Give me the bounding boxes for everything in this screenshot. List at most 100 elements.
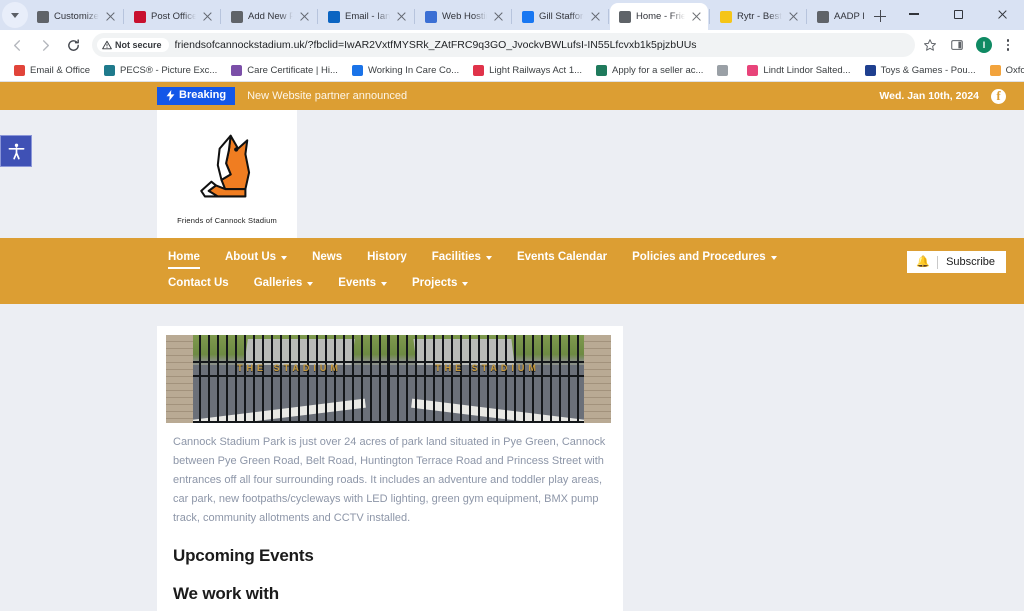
tab-separator [709, 9, 710, 24]
browser-tab[interactable]: Rytr - Best AI Wr [711, 3, 805, 30]
bookmark-item[interactable]: Email & Office [8, 63, 96, 78]
reload-button[interactable] [60, 32, 86, 58]
close-tab-button[interactable] [589, 10, 602, 23]
nav-item-events[interactable]: Events [327, 272, 401, 294]
breaking-headline[interactable]: New Website partner announced [247, 90, 407, 102]
accessibility-person-icon [8, 143, 24, 159]
facebook-icon [522, 10, 534, 23]
star-icon [924, 39, 936, 51]
maximize-button[interactable] [936, 1, 980, 27]
bookmark-label: Toys & Games - Pou... [880, 65, 976, 76]
site-logo[interactable]: Friends of Cannock Stadium [157, 110, 297, 238]
bookmark-item[interactable]: Apply for a seller ac... [590, 63, 709, 78]
nav-item-label: Contact Us [168, 277, 229, 289]
reload-icon [67, 38, 79, 51]
chevron-down-icon [485, 255, 492, 260]
close-window-button[interactable] [980, 1, 1024, 27]
nav-item-contact-us[interactable]: Contact Us [157, 272, 243, 294]
bookmark-favicon [14, 65, 25, 76]
bookmark-item[interactable]: Oxford Diecast - Jo... [984, 63, 1024, 78]
gate-text-left: THE STADIUM [237, 363, 342, 373]
new-tab-button[interactable] [868, 4, 892, 28]
bookmark-item[interactable]: Lindt Lindor Salted... [741, 63, 856, 78]
card-body: Cannock Stadium Park is just over 24 acr… [166, 423, 614, 611]
accessibility-widget-button[interactable] [0, 135, 32, 167]
nav-item-galleries[interactable]: Galleries [243, 272, 328, 294]
nav-rows: Home About Us News History Facilities Events … [157, 246, 791, 294]
bookmark-item[interactable]: Toys & Games - Pou... [859, 63, 982, 78]
nav-item-projects[interactable]: Projects [401, 272, 482, 294]
logo-caption: Friends of Cannock Stadium [177, 216, 277, 225]
nav-item-news[interactable]: News [301, 246, 356, 268]
bookmark-favicon [473, 65, 485, 76]
nav-item-events-calendar[interactable]: Events Calendar [506, 246, 621, 268]
close-tab-button[interactable] [690, 10, 703, 23]
nav-item-history[interactable]: History [356, 246, 421, 268]
browser-tab[interactable]: AADP Board Age [808, 3, 864, 30]
facebook-icon[interactable]: f [991, 88, 1006, 104]
profile-button[interactable]: I [971, 32, 997, 58]
tab-title: Customize: Penn [54, 11, 99, 22]
close-tab-button[interactable] [201, 10, 214, 23]
bookmark-favicon [104, 65, 116, 76]
gate-lettering: THE STADIUM THE STADIUM [190, 363, 586, 373]
avatar: I [976, 37, 992, 53]
globe-icon [619, 10, 631, 23]
outlook-icon [328, 10, 340, 23]
security-indicator[interactable]: Not secure [97, 38, 169, 52]
browser-tab[interactable]: Web Hosting, Do [416, 3, 510, 30]
forward-button[interactable] [32, 32, 58, 58]
nav-item-label: Events Calendar [516, 251, 608, 263]
site-top-bar: Breaking New Website partner announced W… [0, 82, 1024, 110]
browser-tab[interactable]: Customize: Penn [28, 3, 122, 30]
forward-arrow-icon [42, 39, 49, 51]
maximize-icon [953, 9, 963, 19]
bookmark-item[interactable]: Care Certificate | Hi... [225, 63, 344, 78]
close-tab-button[interactable] [787, 10, 800, 23]
close-tab-button[interactable] [104, 10, 117, 23]
chevron-down-icon [281, 255, 288, 260]
back-button[interactable] [4, 32, 30, 58]
nav-item-label: Home [168, 251, 200, 263]
rytr-icon [720, 10, 732, 23]
bookmark-item[interactable]: Working In Care Co... [346, 63, 465, 78]
nav-item-home[interactable]: Home [157, 246, 214, 269]
bookmark-list: Email & Office PECS® - Picture Exc... Care… [8, 63, 1024, 78]
nav-item-facilities[interactable]: Facilities [421, 246, 506, 268]
bookmark-star-button[interactable] [917, 32, 943, 58]
tab-search-button[interactable] [2, 2, 28, 28]
bookmark-label: Light Railways Act 1... [489, 65, 583, 76]
bookmark-label: Working In Care Co... [367, 65, 460, 76]
close-tab-button[interactable] [298, 10, 311, 23]
nav-item-about-us[interactable]: About Us [214, 246, 301, 268]
nav-item-policies-and-procedures[interactable]: Policies and Procedures [621, 246, 791, 268]
browser-tab[interactable]: Gill Stafford | Fa [513, 3, 607, 30]
browser-menu-button[interactable] [998, 34, 1018, 56]
bookmark-favicon [596, 65, 608, 76]
tab-list: Customize: Penn Post Office scan Add New P… [28, 3, 864, 30]
subscribe-label: Subscribe [946, 256, 995, 268]
close-tab-button[interactable] [395, 10, 408, 23]
page-viewport: Breaking New Website partner announced W… [0, 82, 1024, 611]
side-panel-button[interactable] [944, 32, 970, 58]
site-navigation: Home About Us News History Facilities Events … [0, 238, 1024, 304]
bookmark-item[interactable] [711, 63, 739, 78]
chevron-down-icon [11, 12, 19, 18]
top-bar-right: Wed. Jan 10th, 2024 f [879, 88, 1006, 104]
browser-tab[interactable]: Home - Friends [610, 3, 708, 30]
globe-icon [231, 10, 243, 23]
close-tab-button[interactable] [492, 10, 505, 23]
browser-chrome: Customize: Penn Post Office scan Add New P… [0, 0, 1024, 82]
bookmark-item[interactable]: Light Railways Act 1... [467, 63, 588, 78]
subscribe-button[interactable]: 🔔 Subscribe [907, 251, 1006, 273]
window-controls [892, 1, 1024, 30]
browser-tab[interactable]: Add New Page - [222, 3, 316, 30]
address-bar[interactable]: Not secure friendsofcannockstadium.uk/?f… [92, 33, 915, 57]
browser-tab[interactable]: Email - Ian Ward [319, 3, 413, 30]
minimize-button[interactable] [892, 1, 936, 27]
bookmark-label: Email & Office [30, 65, 91, 76]
browser-tab[interactable]: Post Office scan [125, 3, 219, 30]
url-text[interactable]: friendsofcannockstadium.uk/?fbclid=IwAR2… [175, 39, 905, 51]
tab-separator [511, 9, 512, 24]
bookmark-item[interactable]: PECS® - Picture Exc... [98, 63, 223, 78]
